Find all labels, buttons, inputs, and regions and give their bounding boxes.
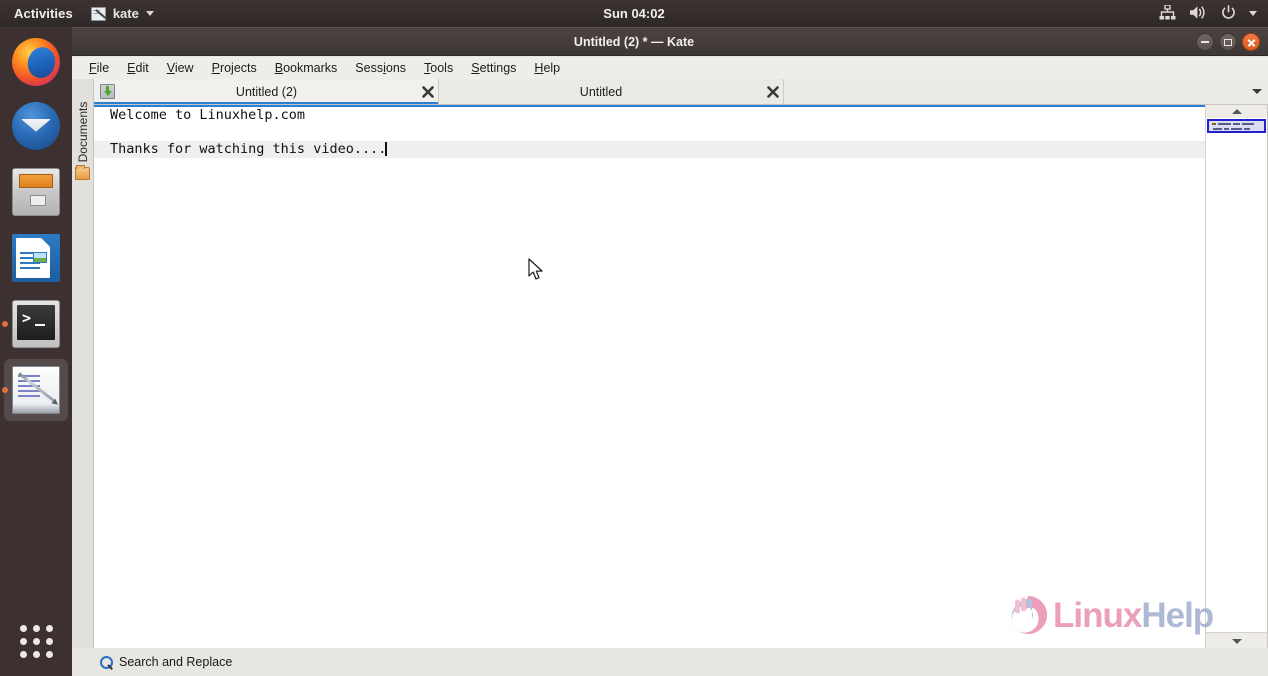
- minimap-viewport-thumb[interactable]: [1207, 119, 1266, 133]
- dock-item-terminal[interactable]: [0, 291, 72, 357]
- menu-projects[interactable]: Projects: [203, 58, 266, 78]
- search-replace-bar[interactable]: Search and Replace: [0, 648, 1268, 676]
- menu-file[interactable]: File: [80, 58, 118, 78]
- text-editor[interactable]: Welcome to Linuxhelp.com Thanks for watc…: [94, 105, 1206, 649]
- editor-minimap-scrollbar[interactable]: [1205, 105, 1267, 649]
- app-menu-button[interactable]: kate: [85, 0, 160, 27]
- clock[interactable]: Sun 04:02: [0, 6, 1268, 21]
- dock-item-kate[interactable]: [0, 357, 72, 423]
- dock-item-files[interactable]: [0, 159, 72, 225]
- search-replace-label: Search and Replace: [119, 655, 233, 669]
- editor-area: Welcome to Linuxhelp.com Thanks for watc…: [94, 105, 1268, 649]
- chevron-down-icon[interactable]: [1249, 11, 1257, 16]
- chevron-down-icon[interactable]: [1252, 89, 1262, 94]
- search-icon: [100, 655, 113, 669]
- dock-item-firefox[interactable]: [0, 29, 72, 95]
- menu-edit[interactable]: Edit: [118, 58, 158, 78]
- kate-window: Untitled (2) * — Kate File Edit View Pro…: [0, 27, 1268, 676]
- documents-sidebar-label: Documents: [76, 101, 90, 163]
- menu-view[interactable]: View: [158, 58, 203, 78]
- window-title: Untitled (2) * — Kate: [573, 34, 695, 49]
- close-icon[interactable]: [763, 79, 783, 104]
- editor-line[interactable]: Welcome to Linuxhelp.com: [94, 107, 1206, 124]
- show-applications-button[interactable]: [0, 610, 72, 672]
- tabbar-overflow[interactable]: [784, 79, 1268, 104]
- document-image-icon: [33, 252, 47, 263]
- tab-label: Untitled (2): [235, 84, 298, 99]
- maximize-button[interactable]: [1219, 33, 1237, 51]
- close-button[interactable]: [1242, 33, 1260, 51]
- kate-icon: [90, 6, 106, 21]
- folder-icon[interactable]: [75, 165, 90, 180]
- text-caret: [385, 141, 387, 156]
- editor-line-text: Thanks for watching this video....: [110, 141, 387, 157]
- terminal-icon: [12, 300, 60, 348]
- files-icon: [12, 168, 60, 216]
- dock-item-libreoffice-writer[interactable]: [0, 225, 72, 291]
- menu-help[interactable]: Help: [525, 58, 569, 78]
- libreoffice-writer-icon: [12, 234, 60, 282]
- documents-sidebar[interactable]: Documents: [72, 79, 94, 649]
- document-tabbar: Untitled (2) Untitled: [94, 79, 1268, 105]
- menu-bookmarks[interactable]: Bookmarks: [266, 58, 347, 78]
- volume-icon[interactable]: [1189, 5, 1208, 23]
- kate-icon: [12, 366, 60, 414]
- menu-sessions[interactable]: Sessions: [346, 58, 415, 78]
- tab-untitled-2[interactable]: Untitled (2): [94, 79, 439, 104]
- scroll-down-arrow-icon[interactable]: [1206, 632, 1267, 649]
- gnome-top-bar: Activities kate Sun 04:02: [0, 0, 1268, 27]
- running-indicator: [2, 387, 8, 393]
- ubuntu-dock: [0, 27, 72, 676]
- menubar: File Edit View Projects Bookmarks Sessio…: [72, 57, 1268, 79]
- minimize-button[interactable]: [1196, 33, 1214, 51]
- save-icon[interactable]: [100, 84, 115, 99]
- power-icon[interactable]: [1221, 4, 1236, 23]
- network-icon[interactable]: [1159, 3, 1176, 23]
- window-titlebar: Untitled (2) * — Kate: [0, 28, 1268, 56]
- close-icon[interactable]: [418, 79, 438, 104]
- editor-line-current[interactable]: Thanks for watching this video....: [94, 141, 1206, 158]
- running-indicator: [2, 321, 8, 327]
- dock-item-thunderbird[interactable]: [0, 93, 72, 159]
- editor-line[interactable]: [94, 124, 1206, 141]
- system-tray: [1159, 3, 1268, 23]
- tab-label: Untitled: [579, 84, 623, 99]
- terminal-screen: [17, 305, 55, 340]
- scroll-up-arrow-icon[interactable]: [1206, 105, 1267, 118]
- firefox-icon: [12, 38, 60, 86]
- screen: Activities kate Sun 04:02 Untitled (2) *…: [0, 0, 1268, 676]
- tab-untitled[interactable]: Untitled: [439, 79, 784, 104]
- chevron-down-icon: [145, 11, 154, 16]
- app-menu-label: kate: [112, 6, 139, 21]
- thunderbird-icon: [12, 102, 60, 150]
- activities-button[interactable]: Activities: [0, 0, 85, 27]
- menu-settings[interactable]: Settings: [462, 58, 525, 78]
- menu-tools[interactable]: Tools: [415, 58, 462, 78]
- apps-grid-icon: [19, 624, 53, 658]
- window-controls: [1196, 28, 1260, 56]
